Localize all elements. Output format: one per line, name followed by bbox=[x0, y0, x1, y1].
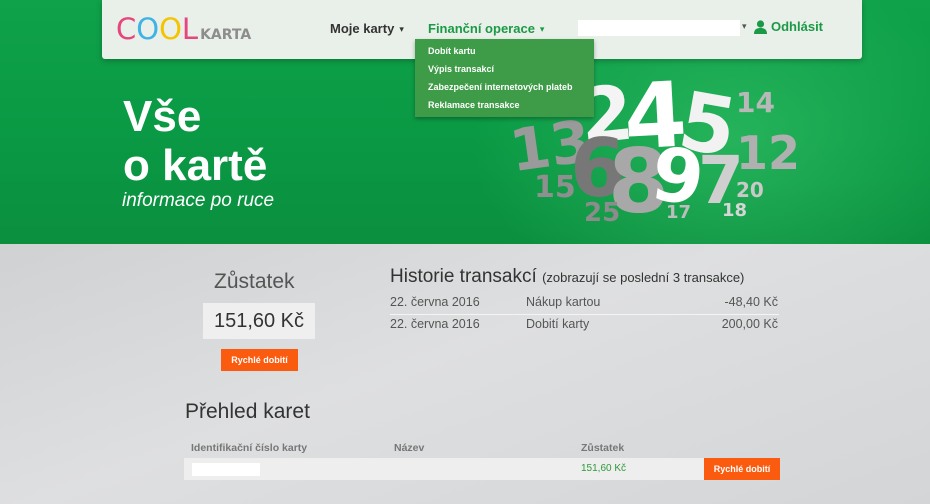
card-quick-topup-button[interactable]: Rychlé dobití bbox=[704, 458, 780, 480]
logo-letter-o1: O bbox=[136, 12, 160, 46]
column-header-balance: Zůstatek bbox=[581, 442, 625, 454]
hero-subtitle: informace po ruce bbox=[122, 190, 275, 211]
balance-amount: 151,60 Kč bbox=[203, 303, 315, 339]
menu-item-complaint[interactable]: Reklamace transakce bbox=[415, 96, 594, 114]
chevron-down-icon[interactable]: ▾ bbox=[742, 21, 747, 32]
transaction-date: 22. června 2016 bbox=[390, 295, 480, 309]
user-icon bbox=[754, 19, 767, 34]
hero-title-line2: o kartě bbox=[123, 141, 268, 190]
transaction-amount: 200,00 Kč bbox=[721, 317, 778, 331]
card-id-redacted bbox=[192, 463, 260, 476]
history-note: (zobrazují se poslední 3 transakce) bbox=[542, 270, 745, 285]
transaction-date: 22. června 2016 bbox=[390, 317, 480, 331]
balance-title: Zůstatek bbox=[214, 270, 295, 293]
logo-letter-l: L bbox=[181, 12, 199, 46]
logo-suffix: KARTA bbox=[200, 27, 252, 43]
number-14: 14 bbox=[736, 86, 775, 119]
number-25: 25 bbox=[584, 198, 621, 228]
number-18: 18 bbox=[722, 200, 748, 221]
table-row: 22. června 2016 Nákup kartou -48,40 Kč bbox=[390, 295, 779, 315]
card-balance: 151,60 Kč bbox=[581, 463, 627, 474]
column-header-card-id: Identifikační číslo karty bbox=[191, 442, 308, 454]
transaction-desc: Nákup kartou bbox=[526, 295, 601, 309]
menu-item-top-up[interactable]: Dobít kartu bbox=[415, 42, 594, 60]
history-title-text: Historie transakcí bbox=[390, 266, 537, 287]
cards-overview-title: Přehled karet bbox=[185, 400, 310, 423]
logo-letter-o2: O bbox=[159, 12, 182, 46]
logo-cool: COOL bbox=[116, 12, 198, 46]
column-header-name: Název bbox=[394, 442, 425, 454]
number-20: 20 bbox=[736, 178, 764, 202]
table-row: 22. června 2016 Dobití karty 200,00 Kč bbox=[390, 317, 779, 337]
logout-link[interactable]: Odhlásit bbox=[754, 19, 823, 34]
nav-my-cards[interactable]: Moje karty ▾ bbox=[330, 21, 404, 36]
hero-title-line1: Vše bbox=[123, 92, 202, 141]
logo-letter-c: C bbox=[116, 12, 137, 46]
number-12: 12 bbox=[736, 126, 801, 180]
transaction-amount: -48,40 Kč bbox=[724, 295, 778, 309]
financial-operations-menu: Dobít kartu Výpis transakcí Zabezpečení … bbox=[415, 39, 594, 117]
number-17: 17 bbox=[666, 202, 692, 223]
history-title: Historie transakcí (zobrazují se posledn… bbox=[390, 266, 744, 288]
quick-topup-button[interactable]: Rychlé dobití bbox=[221, 349, 298, 371]
transaction-desc: Dobití karty bbox=[526, 317, 590, 331]
table-row: 151,60 Kč Rychlé dobití bbox=[184, 458, 780, 480]
menu-item-transactions[interactable]: Výpis transakcí bbox=[415, 60, 594, 78]
chevron-down-icon: ▾ bbox=[539, 24, 545, 34]
nav-financial-operations[interactable]: Finanční operace ▾ bbox=[428, 21, 544, 36]
logo[interactable]: COOL KARTA bbox=[116, 12, 252, 46]
user-name-redacted[interactable] bbox=[578, 20, 740, 36]
chevron-down-icon: ▾ bbox=[399, 24, 404, 34]
menu-item-internet-security[interactable]: Zabezpečení internetových plateb bbox=[415, 78, 594, 96]
nav-financial-operations-label: Finanční operace bbox=[428, 21, 535, 36]
nav-my-cards-label: Moje karty bbox=[330, 21, 395, 36]
logout-label: Odhlásit bbox=[771, 19, 824, 34]
